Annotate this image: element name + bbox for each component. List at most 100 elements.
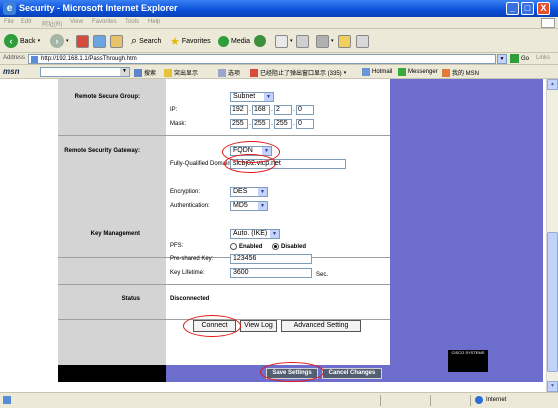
window-title: Security - Microsoft Internet Explorer xyxy=(19,3,178,13)
key-lifetime-input[interactable]: 3600 xyxy=(230,268,312,278)
menu-view[interactable]: View xyxy=(70,19,83,25)
key-management-select[interactable]: Auto. (IKE) ▼ xyxy=(230,229,280,239)
chevron-down-icon[interactable]: ▼ xyxy=(120,68,129,76)
cancel-changes-button[interactable]: Cancel Changes xyxy=(322,368,382,379)
chevron-down-icon: ▼ xyxy=(264,93,273,101)
menu-edit[interactable]: Edit xyxy=(21,19,31,25)
chevron-down-icon: ▾ xyxy=(290,38,293,44)
divider xyxy=(58,284,390,285)
close-button[interactable]: X xyxy=(537,2,550,15)
my-msn-icon xyxy=(442,68,450,77)
view-log-button[interactable]: View Log xyxy=(240,320,277,332)
my-msn-button[interactable]: 我的 MSN xyxy=(442,68,479,77)
home-button[interactable] xyxy=(110,33,123,49)
forward-button[interactable]: › ▾ xyxy=(50,33,69,49)
go-button[interactable]: Go xyxy=(510,54,529,63)
msn-search-input[interactable]: ▼ xyxy=(40,67,130,77)
highlighter-icon xyxy=(164,68,172,77)
print-button[interactable] xyxy=(296,33,309,49)
pfs-enabled-radio[interactable]: Enabled xyxy=(230,243,262,250)
mask-octet-1[interactable]: 255 xyxy=(230,119,248,129)
menu-favorites[interactable]: Favorites xyxy=(92,19,117,25)
msn-logo[interactable]: msn xyxy=(3,67,19,76)
ip-octet-3[interactable]: 2 xyxy=(274,105,292,115)
media-icon xyxy=(218,35,229,47)
msn-options-button[interactable]: 选项 xyxy=(218,68,240,77)
radio-selected-icon xyxy=(272,243,279,250)
toolbar: ‹ Back ▾ › ▾ ⌕ Search ★ Favorites Media … xyxy=(0,29,558,53)
chevron-down-icon: ▾ xyxy=(37,38,41,44)
menu-go[interactable]: 阿址(R) xyxy=(42,19,62,28)
chevron-down-icon: ▼ xyxy=(258,202,267,210)
menu-help[interactable]: Help xyxy=(148,19,160,25)
address-dropdown-button[interactable]: ▼ xyxy=(497,54,507,64)
fqdn-input[interactable]: slcbj02.vicp.net xyxy=(230,159,346,169)
pfs-disabled-radio[interactable]: Disabled xyxy=(272,243,306,250)
hotmail-button[interactable]: Hotmail xyxy=(362,68,392,76)
chevron-down-icon: ▾ xyxy=(331,38,334,44)
scroll-thumb[interactable] xyxy=(547,232,558,372)
mask-octet-3[interactable]: 255 xyxy=(274,119,292,129)
favorites-button[interactable]: ★ Favorites xyxy=(170,33,211,49)
page-done-icon xyxy=(3,396,11,404)
mask-octet-2[interactable]: 255 xyxy=(252,119,270,129)
mask-octet-4[interactable]: 0 xyxy=(296,119,314,129)
ip-octet-1[interactable]: 192 xyxy=(230,105,248,115)
mail-button[interactable]: ▾ xyxy=(275,33,293,49)
edit-button[interactable]: ▾ xyxy=(316,33,334,49)
vertical-scrollbar[interactable]: ▲ ▼ xyxy=(546,79,558,392)
save-settings-button[interactable]: Save Settings xyxy=(266,368,318,379)
menu-tools[interactable]: Tools xyxy=(125,19,139,25)
stop-button[interactable] xyxy=(76,33,89,49)
maximize-button[interactable]: □ xyxy=(521,2,534,15)
scroll-down-icon[interactable]: ▼ xyxy=(547,381,558,392)
mask-label: Mask: xyxy=(170,121,187,127)
print-icon xyxy=(296,34,309,48)
remote-security-gateway-select[interactable]: FQDN ▼ xyxy=(230,146,272,156)
msn-highlight-button[interactable]: 突出显示 xyxy=(164,68,198,77)
address-bar: Address http://192.168.1.1/PassThrough.h… xyxy=(0,53,558,65)
home-icon xyxy=(110,34,123,48)
authentication-select[interactable]: MD5 ▼ xyxy=(230,201,268,211)
authentication-label: Authentication: xyxy=(170,203,210,209)
status-label: Status xyxy=(121,296,140,302)
messenger-button[interactable]: Messenger xyxy=(398,68,438,76)
popup-blocker-button[interactable]: 已经阻止了弹出窗口显示 (335) ▾ xyxy=(250,68,346,77)
media-button[interactable]: Media xyxy=(218,33,250,49)
status-bar: Internet xyxy=(0,392,558,408)
minimize-button[interactable]: _ xyxy=(506,2,519,15)
search-button[interactable]: ⌕ Search xyxy=(131,33,161,49)
mask-dot: . xyxy=(293,120,295,127)
search-icon: ⌕ xyxy=(131,34,138,47)
edit-icon xyxy=(316,34,329,48)
links-button[interactable]: Links xyxy=(536,55,550,61)
msn-search-button[interactable]: 搜索 xyxy=(134,68,156,77)
address-input[interactable]: http://192.168.1.1/PassThrough.htm xyxy=(28,54,496,64)
encryption-select[interactable]: DES ▼ xyxy=(230,187,268,197)
psk-input[interactable]: 123456 xyxy=(230,254,312,264)
ip-octet-4[interactable]: 0 xyxy=(296,105,314,115)
star-icon: ★ xyxy=(170,35,180,48)
divider xyxy=(58,135,390,136)
options-icon xyxy=(218,68,226,77)
connect-button[interactable]: Connect xyxy=(193,320,236,332)
folder-icon xyxy=(338,34,351,48)
research-icon xyxy=(356,34,369,48)
chevron-down-icon: ▾ xyxy=(343,69,347,76)
back-button[interactable]: ‹ Back ▾ xyxy=(4,33,40,49)
address-label: Address xyxy=(3,55,26,61)
history-button[interactable] xyxy=(254,33,266,49)
refresh-button[interactable] xyxy=(93,33,106,49)
psk-label: Pre-shared Key: xyxy=(170,256,214,262)
ip-label: IP: xyxy=(170,107,178,113)
scroll-up-icon[interactable]: ▲ xyxy=(547,79,558,90)
ip-dot: . xyxy=(271,106,273,113)
advanced-setting-button[interactable]: Advanced Setting xyxy=(281,320,361,332)
chevron-down-icon: ▼ xyxy=(258,188,267,196)
key-lifetime-unit: Sec. xyxy=(316,272,329,278)
folder-button[interactable] xyxy=(338,33,351,49)
ip-octet-2[interactable]: 168 xyxy=(252,105,270,115)
remote-secure-group-select[interactable]: Subnet ▼ xyxy=(230,92,274,102)
menu-file[interactable]: File xyxy=(4,19,14,25)
research-button[interactable] xyxy=(356,33,369,49)
